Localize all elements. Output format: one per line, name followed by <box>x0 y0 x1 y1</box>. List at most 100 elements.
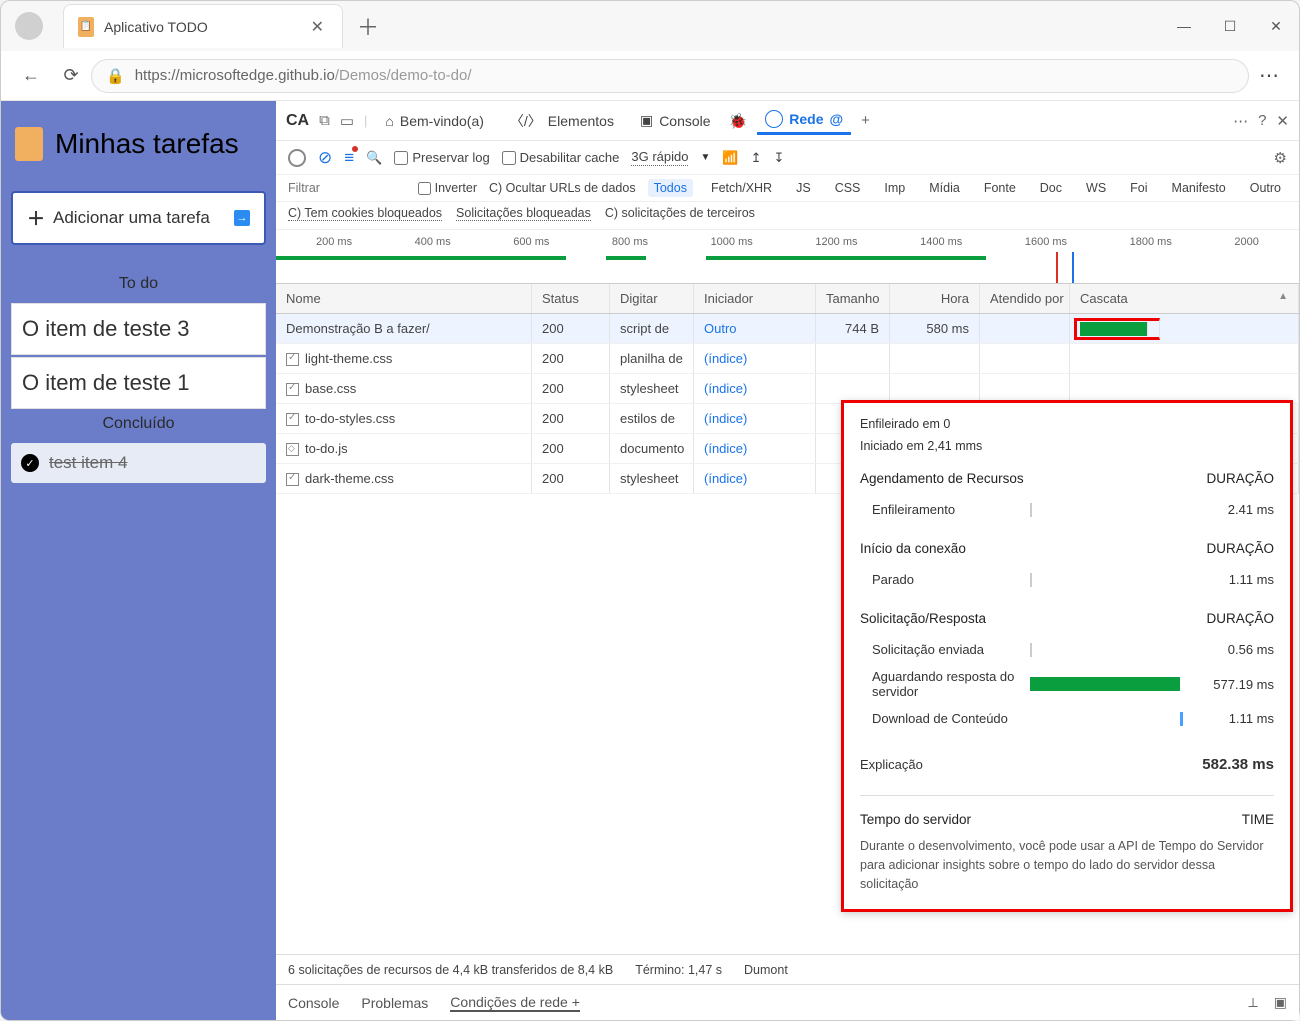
more-tabs-button[interactable]: + <box>861 112 870 129</box>
device-toggle-icon[interactable]: ▭ <box>340 112 354 130</box>
search-icon[interactable]: 🔍 <box>366 150 382 166</box>
done-item[interactable]: ✓ test item 4 <box>11 443 266 483</box>
total-label: Explicação <box>860 757 1030 772</box>
devtools-more-icon[interactable]: ⋯ <box>1233 112 1248 130</box>
filter-toggle[interactable]: ≡ <box>344 148 354 168</box>
settings-icon[interactable]: ⚙ <box>1274 149 1287 167</box>
devtools-drawer: Console Problemas Condições de rede + ⟂ … <box>276 984 1299 1020</box>
inspect-icon[interactable]: ⧉ <box>319 112 330 129</box>
window-minimize-button[interactable]: — <box>1161 1 1207 51</box>
filter-type[interactable]: Mídia <box>923 179 966 197</box>
clear-button[interactable]: ⊘ <box>318 148 332 168</box>
check-icon: ✓ <box>21 454 39 472</box>
network-toolbar: ⊘ ≡ 🔍 Preservar log Desabilitar cache 3G… <box>276 141 1299 175</box>
expand-icon[interactable]: ▣ <box>1274 994 1287 1011</box>
disable-cache-checkbox[interactable]: Desabilitar cache <box>502 150 620 165</box>
refresh-button[interactable]: ⟳ <box>51 65 91 86</box>
drawer-console-tab[interactable]: Console <box>288 995 339 1011</box>
help-icon[interactable]: ? <box>1258 112 1266 129</box>
done-section-label: Concluído <box>11 415 266 433</box>
app-title: Minhas tarefas <box>15 127 262 161</box>
timeline[interactable]: 200 ms400 ms600 ms800 ms1000 ms1200 ms14… <box>276 230 1299 284</box>
server-timing-title: Tempo do servidor <box>860 812 971 827</box>
todo-section-label: To do <box>11 275 266 293</box>
app-panel: Minhas tarefas ＋ Adicionar uma tarefa → … <box>1 101 276 1020</box>
filter-type[interactable]: Outro <box>1244 179 1287 197</box>
language-button[interactable]: CA <box>286 112 309 130</box>
add-task-button[interactable]: ＋ Adicionar uma tarefa → <box>11 191 266 245</box>
filter-type[interactable]: Fonte <box>978 179 1022 197</box>
queued-label: Enfileirado em 0 <box>860 417 1274 431</box>
hide-data-urls[interactable]: C) Ocultar URLs de dados <box>489 181 636 195</box>
plus-icon: ＋ <box>27 205 45 231</box>
profile-avatar[interactable] <box>15 12 43 40</box>
console-icon: ▣ <box>640 112 653 129</box>
table-header[interactable]: Nome Status Digitar Iniciador Tamanho Ho… <box>276 284 1299 314</box>
online-icon[interactable]: 📶 <box>722 150 738 166</box>
window-close-button[interactable]: ✕ <box>1253 1 1299 51</box>
url-host: https://microsoftedge.github.io <box>135 67 335 84</box>
filter-bar: Inverter C) Ocultar URLs de dados Todos … <box>276 175 1299 202</box>
tab-title: Aplicativo TODO <box>104 19 208 35</box>
table-row[interactable]: light-theme.css200planilha de(índice) <box>276 344 1299 374</box>
dock-icon[interactable]: ⟂ <box>1248 994 1257 1011</box>
table-row[interactable]: Demonstração B a fazer/200script deOutro… <box>276 314 1299 344</box>
filter-type[interactable]: JS <box>790 179 817 197</box>
timing-popup: Enfileirado em 0 Iniciado em 2,41 mms Ag… <box>841 400 1293 912</box>
network-status-bar: 6 solicitações de recursos de 4,4 kB tra… <box>276 954 1299 984</box>
tab-welcome[interactable]: ⌂Bem-vindo(a) <box>377 109 492 133</box>
lock-icon: 🔒 <box>106 67 125 85</box>
devtools-close-icon[interactable]: ✕ <box>1276 112 1289 130</box>
filter-type[interactable]: Imp <box>878 179 911 197</box>
address-bar: ← ⟳ 🔒 https://microsoftedge.github.io/De… <box>1 51 1299 101</box>
titlebar: 📋 Aplicativo TODO ✕ ＋ — ☐ ✕ <box>1 1 1299 51</box>
server-timing-note: Durante o desenvolvimento, você pode usa… <box>860 837 1274 893</box>
tab-close-icon[interactable]: ✕ <box>307 13 328 41</box>
url-input[interactable]: 🔒 https://microsoftedge.github.io/Demos/… <box>91 59 1249 93</box>
record-button[interactable] <box>288 149 306 167</box>
network-icon <box>765 110 783 128</box>
submit-icon: → <box>234 210 250 226</box>
preserve-log-checkbox[interactable]: Preservar log <box>394 150 489 165</box>
drawer-network-conditions-tab[interactable]: Condições de rede + <box>450 994 580 1012</box>
drawer-issues-tab[interactable]: Problemas <box>361 995 428 1011</box>
todo-item[interactable]: O item de teste 1 <box>11 357 266 409</box>
clipboard-icon <box>15 127 43 161</box>
filter-type[interactable]: Foi <box>1124 179 1153 197</box>
tab-console[interactable]: ▣Console <box>632 108 719 133</box>
devtools-top-bar: CA ⧉ ▭ | ⌂Bem-vindo(a) 〈/〉Elementos ▣Con… <box>276 101 1299 141</box>
third-party-filter[interactable]: C) solicitações de terceiros <box>605 206 755 221</box>
done-item-label: test item 4 <box>49 453 127 473</box>
upload-icon[interactable]: ↥ <box>751 150 762 166</box>
devtools-panel: CA ⧉ ▭ | ⌂Bem-vindo(a) 〈/〉Elementos ▣Con… <box>276 101 1299 1020</box>
chevron-down-icon[interactable]: ▼ <box>700 152 710 163</box>
favicon-icon: 📋 <box>78 17 94 37</box>
home-icon: ⌂ <box>385 113 393 129</box>
todo-item[interactable]: O item de teste 3 <box>11 303 266 355</box>
throttle-select[interactable]: 3G rápido <box>631 149 688 166</box>
bug-icon[interactable]: 🐞 <box>729 112 748 130</box>
network-table: Nome Status Digitar Iniciador Tamanho Ho… <box>276 284 1299 954</box>
filter-input[interactable] <box>288 181 336 195</box>
filter-type[interactable]: WS <box>1080 179 1112 197</box>
server-timing-col: TIME <box>1242 812 1274 827</box>
url-path: /Demos/demo-to-do/ <box>335 67 472 84</box>
browser-menu-button[interactable]: ⋯ <box>1249 63 1289 88</box>
blocked-requests-filter[interactable]: Solicitações bloqueadas <box>456 206 591 221</box>
tab-network[interactable]: Rede @ <box>757 106 851 135</box>
back-button[interactable]: ← <box>11 65 51 86</box>
filter-type[interactable]: Doc <box>1034 179 1068 197</box>
filter-type[interactable]: Manifesto <box>1166 179 1232 197</box>
blocked-cookies-filter[interactable]: C) Tem cookies bloqueados <box>288 206 442 221</box>
window-maximize-button[interactable]: ☐ <box>1207 1 1253 51</box>
todo-list: O item de teste 3 O item de teste 1 <box>11 303 266 409</box>
filter-bar-2: C) Tem cookies bloqueados Solicitações b… <box>276 202 1299 230</box>
filter-type[interactable]: Todos <box>648 179 693 197</box>
tab-elements[interactable]: 〈/〉Elementos <box>502 107 622 135</box>
filter-type[interactable]: CSS <box>829 179 867 197</box>
new-tab-button[interactable]: ＋ <box>343 10 393 42</box>
invert-checkbox[interactable]: Inverter <box>418 181 477 195</box>
filter-type[interactable]: Fetch/XHR <box>705 179 778 197</box>
download-icon[interactable]: ↧ <box>773 150 784 166</box>
browser-tab[interactable]: 📋 Aplicativo TODO ✕ <box>63 4 343 48</box>
